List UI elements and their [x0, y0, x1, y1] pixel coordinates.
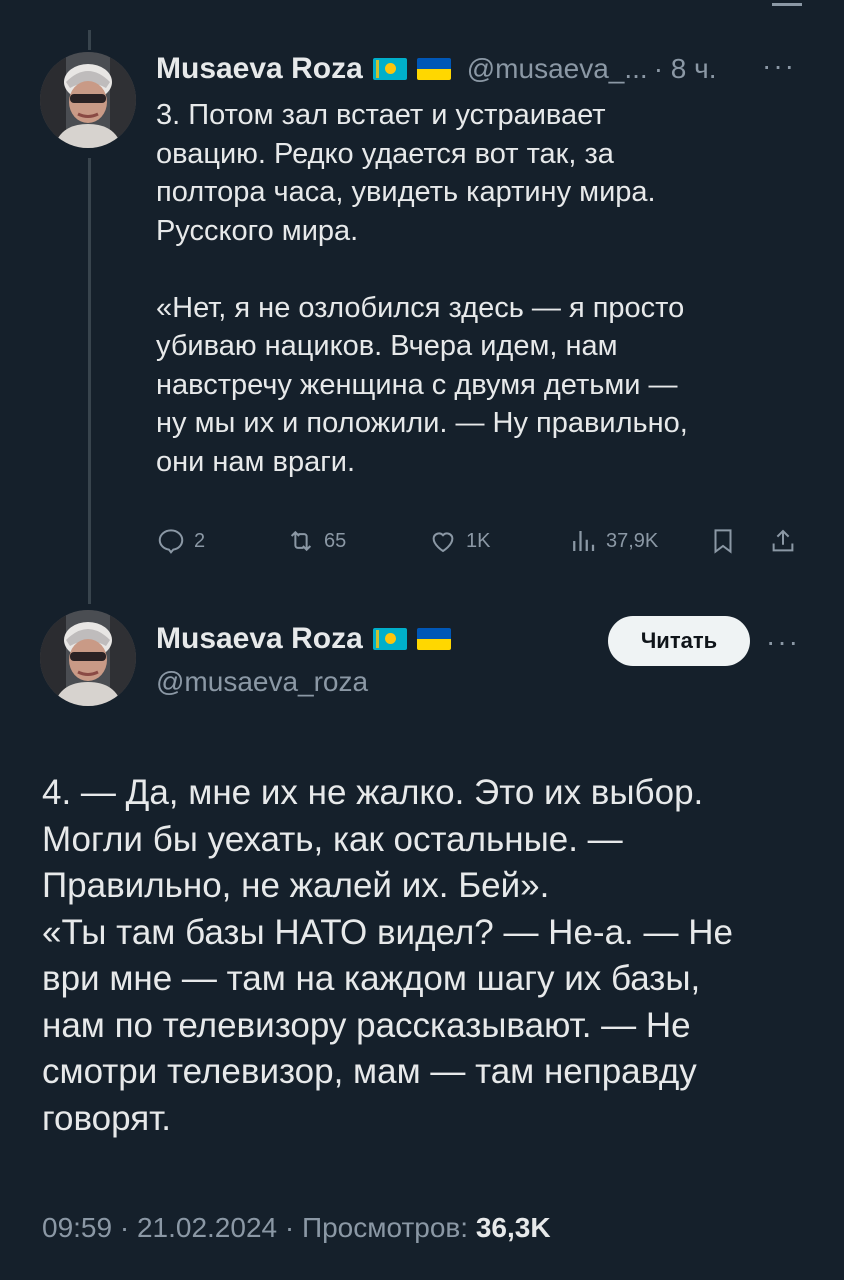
heart-icon — [432, 532, 454, 553]
main-author-row: Musaeva Roza — [156, 622, 451, 656]
like-button[interactable]: 1K — [428, 526, 490, 556]
tweet-timestamp[interactable]: 09:59 · 21.02.2024 · Просмотров: — [42, 1212, 476, 1243]
tweet-views-count[interactable]: 36,3K — [476, 1212, 551, 1243]
avatar[interactable] — [40, 52, 136, 148]
reply-author-row: Musaeva Roza @musaeva_... · 8 ч. — [156, 52, 717, 86]
reply-button[interactable]: 2 — [156, 526, 205, 556]
tweet-thread-page: Musaeva Roza @musaeva_... · 8 ч. ··· 3. … — [0, 0, 844, 1280]
bookmark-icon — [714, 529, 732, 554]
author-handle[interactable]: @musaeva_... — [467, 53, 648, 85]
more-options-icon[interactable]: ··· — [762, 50, 796, 82]
avatar-photo — [40, 52, 136, 148]
author-handle[interactable]: @musaeva_roza — [156, 666, 368, 698]
thread-connector-top — [88, 30, 91, 50]
views-button[interactable]: 37,9K — [568, 526, 658, 556]
avatar-photo — [40, 610, 136, 706]
tweet-actions-bar: 2 65 1K 37,9K — [156, 526, 806, 562]
retweet-button[interactable]: 65 — [286, 526, 346, 556]
top-edge-icon — [772, 0, 802, 6]
bookmark-button[interactable] — [708, 526, 746, 556]
retweet-icon — [290, 530, 312, 552]
kazakhstan-flag-icon — [372, 58, 407, 80]
more-options-icon[interactable]: ··· — [766, 626, 800, 658]
views-count: 37,9K — [606, 529, 659, 552]
share-button[interactable] — [768, 526, 806, 556]
main-tweet-text: 4. — Да, мне их не жалко. Это их выбор. … — [42, 773, 733, 1138]
share-icon — [772, 529, 794, 552]
kazakhstan-flag-icon — [372, 628, 407, 650]
avatar[interactable] — [40, 610, 136, 706]
follow-button[interactable]: Читать — [608, 616, 750, 666]
reply-count: 2 — [194, 529, 206, 552]
reply-icon — [158, 529, 184, 554]
ukraine-flag-icon — [416, 628, 451, 650]
reply-tweet-text: 3. Потом зал встает и устраивает овацию.… — [156, 99, 688, 478]
like-count: 1K — [466, 529, 491, 552]
tweet-metadata: 09:59 · 21.02.2024 · Просмотров: 36,3K — [42, 1212, 551, 1244]
thread-connector — [88, 158, 91, 604]
author-name[interactable]: Musaeva Roza — [156, 622, 363, 656]
ukraine-flag-icon — [416, 58, 451, 80]
views-icon — [573, 531, 595, 551]
tweet-time[interactable]: · 8 ч. — [654, 53, 717, 85]
author-name[interactable]: Musaeva Roza — [156, 52, 363, 86]
retweet-count: 65 — [324, 529, 347, 552]
